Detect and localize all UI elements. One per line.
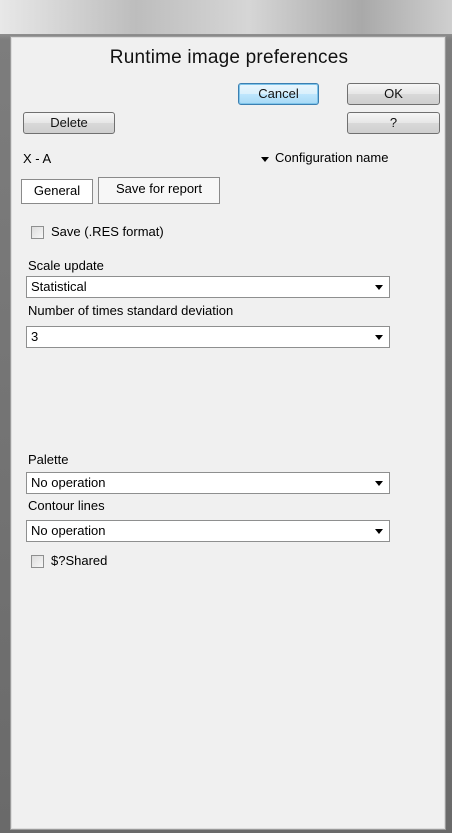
contour-lines-select[interactable]: No operation bbox=[26, 520, 390, 542]
scale-update-value: Statistical bbox=[31, 279, 87, 294]
scale-update-label: Scale update bbox=[28, 258, 104, 273]
tab-general[interactable]: General bbox=[21, 179, 93, 204]
delete-button[interactable]: Delete bbox=[23, 112, 115, 134]
chevron-down-icon[interactable] bbox=[261, 157, 269, 162]
chevron-down-icon[interactable] bbox=[375, 529, 383, 534]
dialog-title: Runtime image preferences bbox=[109, 47, 349, 68]
tab-save-for-report[interactable]: Save for report bbox=[98, 177, 220, 204]
palette-label: Palette bbox=[28, 452, 69, 467]
chevron-down-icon[interactable] bbox=[375, 285, 383, 290]
configuration-name-value: X - A bbox=[23, 151, 52, 166]
std-dev-label: Number of times standard deviation bbox=[28, 303, 234, 318]
chevron-down-icon[interactable] bbox=[375, 335, 383, 340]
contour-lines-value: No operation bbox=[31, 523, 106, 538]
save-res-label: Save (.RES format) bbox=[51, 224, 164, 239]
scale-update-select[interactable]: Statistical bbox=[26, 276, 390, 298]
runtime-image-preferences-dialog: Runtime image preferences Cancel OK Dele… bbox=[10, 36, 446, 830]
save-res-checkbox[interactable] bbox=[31, 226, 44, 239]
contour-lines-label: Contour lines bbox=[28, 498, 105, 513]
ok-button[interactable]: OK bbox=[347, 83, 440, 105]
shared-checkbox[interactable] bbox=[31, 555, 44, 568]
std-dev-value: 3 bbox=[31, 329, 39, 344]
palette-value: No operation bbox=[31, 475, 106, 490]
std-dev-select[interactable]: 3 bbox=[26, 326, 390, 348]
help-button[interactable]: ? bbox=[347, 112, 440, 134]
configuration-name-label: Configuration name bbox=[275, 150, 389, 165]
background-window-strip bbox=[0, 0, 452, 34]
cancel-button[interactable]: Cancel bbox=[238, 83, 319, 105]
configuration-name-combo[interactable]: X - A bbox=[19, 148, 273, 170]
shared-label: $?Shared bbox=[51, 553, 108, 568]
palette-select[interactable]: No operation bbox=[26, 472, 390, 494]
chevron-down-icon[interactable] bbox=[375, 481, 383, 486]
